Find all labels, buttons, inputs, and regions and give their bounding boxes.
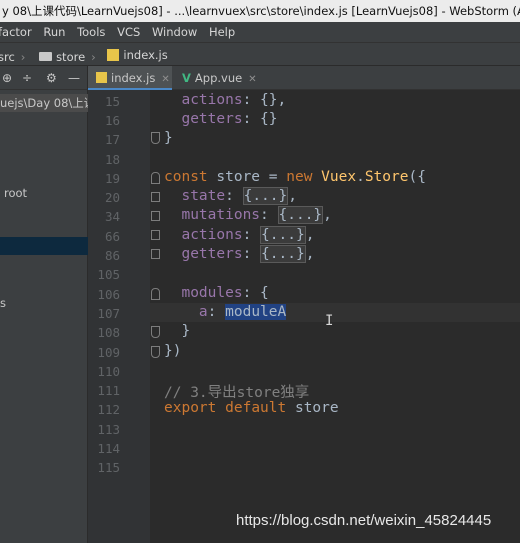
folded-block[interactable]: {...} bbox=[242, 187, 289, 205]
line-number: 110 bbox=[97, 364, 120, 379]
selected-text[interactable]: moduleA bbox=[225, 304, 287, 320]
fold-expand-icon[interactable] bbox=[151, 249, 160, 259]
sidebar-item-s[interactable]: s bbox=[0, 294, 88, 312]
breadcrumb: src › store › index.js bbox=[0, 42, 520, 66]
sidebar-toolbar: ⊕ ÷ ⚙ — bbox=[0, 66, 88, 90]
fold-expand-icon[interactable] bbox=[151, 230, 160, 240]
breadcrumb-item-indexjs[interactable]: index.js bbox=[99, 43, 168, 67]
code-line-66: actions: {...}, bbox=[181, 226, 315, 244]
line-number: 34 bbox=[104, 209, 120, 224]
folder-icon bbox=[39, 52, 53, 61]
menu-run[interactable]: Run bbox=[39, 22, 69, 42]
menu-bar: factor Run Tools VCS Window Help bbox=[0, 22, 520, 42]
folded-block[interactable]: {...} bbox=[260, 226, 306, 244]
target-icon[interactable]: ⊕ bbox=[2, 66, 12, 90]
project-sidebar: ⊕ ÷ ⚙ — uejs\Day 08\上课代 root s bbox=[0, 66, 88, 543]
breadcrumb-item-store[interactable]: store › bbox=[29, 45, 96, 69]
line-number: 109 bbox=[97, 345, 120, 360]
line-number: 15 bbox=[104, 94, 120, 109]
tab-app-vue[interactable]: V App.vue ✕ bbox=[174, 66, 264, 90]
code-line-86: getters: {...}, bbox=[181, 245, 315, 263]
minimize-icon[interactable]: — bbox=[68, 66, 80, 90]
fold-expand-icon[interactable] bbox=[151, 192, 160, 202]
fold-start-icon[interactable] bbox=[151, 172, 160, 184]
line-number: 115 bbox=[97, 460, 120, 475]
tab-index-js[interactable]: index.js ✕ bbox=[88, 66, 172, 90]
menu-window[interactable]: Window bbox=[148, 22, 201, 42]
code-line-106: modules: { bbox=[181, 285, 269, 301]
folded-block[interactable]: {...} bbox=[277, 206, 324, 224]
sidebar-item-project-root[interactable]: uejs\Day 08\上课代 bbox=[0, 94, 88, 112]
line-number: 107 bbox=[97, 306, 120, 321]
menu-help[interactable]: Help bbox=[205, 22, 239, 42]
code-line-107: a: moduleA bbox=[198, 304, 287, 320]
code-line-109: }) bbox=[164, 343, 182, 359]
code-line-19: const store = new Vuex.Store({ bbox=[164, 169, 426, 185]
close-icon[interactable]: ✕ bbox=[248, 74, 256, 85]
code-line-17: } bbox=[164, 130, 173, 146]
text-cursor-icon: I bbox=[325, 313, 334, 329]
close-icon[interactable]: ✕ bbox=[161, 74, 169, 85]
line-number: 111 bbox=[97, 383, 120, 398]
fold-expand-icon[interactable] bbox=[151, 211, 160, 221]
gear-icon[interactable]: ⚙ bbox=[46, 66, 57, 90]
fold-end-icon[interactable] bbox=[151, 326, 160, 338]
collapse-icon[interactable]: ÷ bbox=[22, 66, 32, 90]
sidebar-item-selected[interactable] bbox=[0, 237, 88, 255]
line-number: 86 bbox=[104, 248, 120, 263]
watermark: https://blog.csdn.net/weixin_45824445 bbox=[236, 512, 492, 529]
code-line-20: state: {...}, bbox=[181, 187, 297, 205]
line-number: 16 bbox=[104, 113, 120, 128]
fold-end-icon[interactable] bbox=[151, 346, 160, 358]
folded-block[interactable]: {...} bbox=[260, 245, 306, 263]
js-file-icon bbox=[107, 49, 120, 61]
line-number: 17 bbox=[104, 132, 120, 147]
line-number: 20 bbox=[104, 190, 120, 205]
menu-tools[interactable]: Tools bbox=[73, 22, 109, 42]
code-line-111: // 3.导出store独享 bbox=[164, 385, 310, 401]
code-line-15: actions: {}, bbox=[181, 92, 287, 108]
line-number: 114 bbox=[97, 441, 120, 456]
line-number: 108 bbox=[97, 325, 120, 340]
code-line-108: } bbox=[164, 323, 191, 339]
line-number: 66 bbox=[104, 229, 120, 244]
menu-vcs[interactable]: VCS bbox=[113, 22, 144, 42]
breadcrumb-separator-icon: › bbox=[91, 49, 96, 64]
code-line-34: mutations: {...}, bbox=[181, 206, 332, 224]
code-line-16: getters: {} bbox=[181, 111, 278, 127]
window-title: y 08\上课代码\LearnVuejs08] - ...\learnvuex\… bbox=[0, 0, 520, 22]
line-number: 112 bbox=[97, 402, 120, 417]
line-number: 106 bbox=[97, 287, 120, 302]
line-number: 113 bbox=[97, 422, 120, 437]
menu-refactor[interactable]: factor bbox=[0, 22, 36, 42]
fold-start-icon[interactable] bbox=[151, 288, 160, 300]
fold-end-icon[interactable] bbox=[151, 132, 160, 144]
editor-tab-bar: index.js ✕ V App.vue ✕ bbox=[88, 66, 520, 90]
line-number: 18 bbox=[104, 152, 120, 167]
line-number: 19 bbox=[104, 171, 120, 186]
line-number: 105 bbox=[97, 267, 120, 282]
code-line-112: export default store bbox=[164, 400, 339, 416]
vue-file-icon: V bbox=[182, 71, 191, 85]
js-file-icon bbox=[96, 72, 107, 83]
sidebar-item-root[interactable]: root bbox=[0, 184, 88, 202]
